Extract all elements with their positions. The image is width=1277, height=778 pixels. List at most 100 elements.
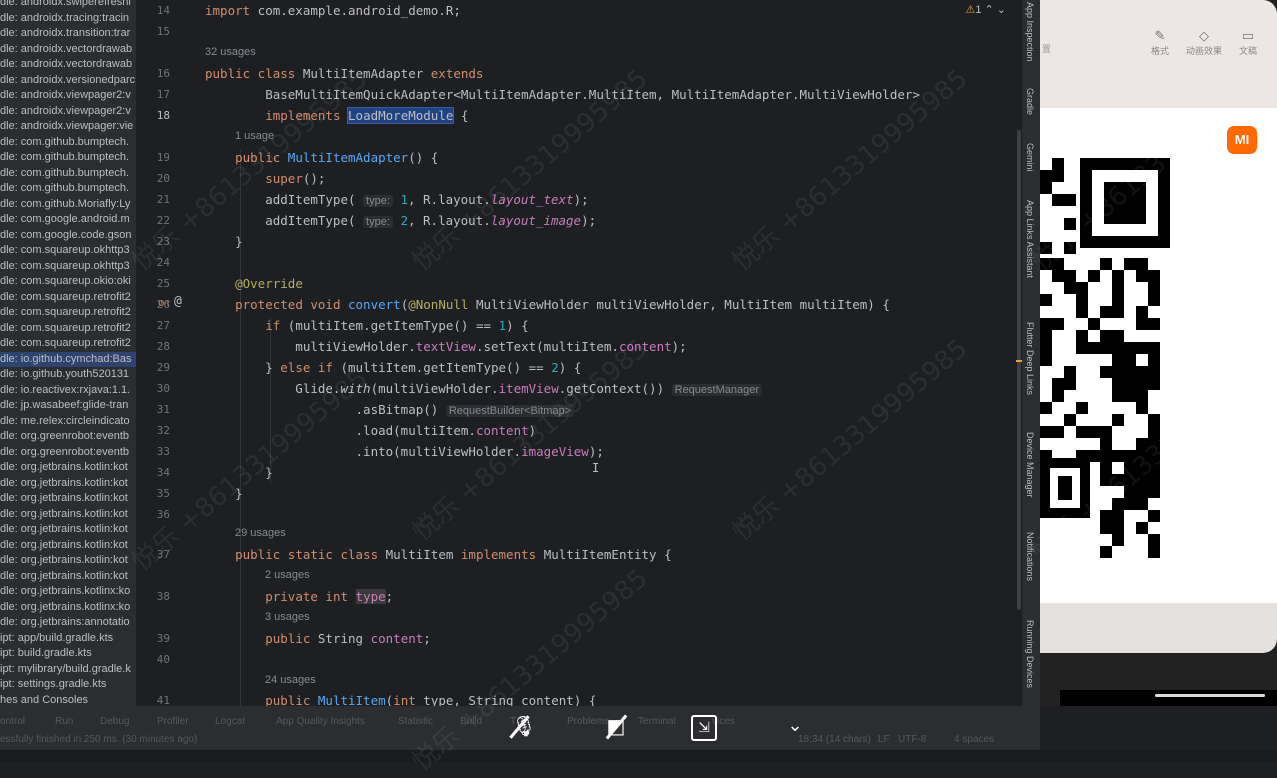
project-tree-item[interactable]: dle: org.jetbrains.kotlinx:ko — [0, 584, 136, 600]
qr-code — [1040, 158, 1170, 558]
code-editor[interactable]: import com.example.android_demo.R; 32 us… — [196, 0, 1016, 706]
project-tree-item[interactable]: dle: com.google.android.m — [0, 212, 136, 228]
mi-logo: MI — [1227, 126, 1257, 154]
toolbar-animation-button[interactable]: ◇ 动画效果 — [1184, 28, 1224, 57]
tool-window-button[interactable]: App Quality Insights — [276, 716, 365, 727]
status-message: essfully finished in 250 ms. (30 minutes… — [0, 734, 198, 745]
project-tree-item[interactable]: dle: com.github.bumptech. — [0, 150, 136, 166]
project-tree-item[interactable]: dle: androidx.viewpager:vie — [0, 119, 136, 135]
usages-hint[interactable]: 3 usages — [265, 607, 310, 628]
right-tool-strip: App Inspection Gradle Gemini App Links Assi… — [1022, 0, 1040, 706]
toolbar-format-button[interactable]: ✎ 格式 — [1140, 28, 1180, 57]
project-tree-item[interactable]: dle: org.jetbrains.kotlin:kot — [0, 569, 136, 585]
project-tree-item[interactable]: dle: androidx.transition:trar — [0, 26, 136, 42]
project-tree-item[interactable]: dle: androidx.vectordrawab — [0, 42, 136, 58]
device-screen[interactable] — [1040, 108, 1277, 603]
project-tree-item[interactable]: dle: io.reactivex:rxjava:1.1. — [0, 383, 136, 399]
project-tree-item[interactable]: dle: org.jetbrains.kotlin:kot — [0, 491, 136, 507]
project-tree-item[interactable]: dle: org.jetbrains.kotlin:kot — [0, 553, 136, 569]
project-tree-item[interactable]: dle: com.github.bumptech. — [0, 166, 136, 182]
tool-window-tab[interactable]: App Links Assistant — [1025, 200, 1035, 278]
mute-mic-icon[interactable]: 🎙 — [510, 712, 538, 740]
project-tree-item[interactable]: dle: com.squareup.okio:oki — [0, 274, 136, 290]
project-tree-item[interactable]: dle: com.github.bumptech. — [0, 135, 136, 151]
project-tree-item[interactable]: dle: androidx.viewpager2:v — [0, 104, 136, 120]
tool-window-button[interactable]: Run — [55, 716, 73, 727]
project-tree-item[interactable]: ipt: settings.gradle.kts — [0, 677, 136, 693]
line-separator[interactable]: LF — [878, 734, 890, 745]
tool-window-button[interactable]: Terminal — [638, 716, 676, 727]
indent-setting[interactable]: 4 spaces — [954, 734, 994, 745]
project-tree-item[interactable]: dle: io.github.cymchad:Bas — [0, 351, 136, 367]
usages-hint[interactable]: 1 usage — [235, 126, 274, 147]
project-tree-item[interactable]: dle: com.squareup.okhttp3 — [0, 243, 136, 259]
line-number: 24 — [156, 256, 170, 269]
code-line: public static class MultiItem implements… — [235, 547, 672, 562]
project-tree-item[interactable]: dle: com.github.Moriafly:Ly — [0, 197, 136, 213]
project-tree-item[interactable]: dle: com.squareup.retrofit2 — [0, 336, 136, 352]
tool-window-tab[interactable]: Gradle — [1025, 88, 1035, 115]
toolbar-document-button[interactable]: ▭ 文稿 — [1228, 28, 1268, 57]
tool-window-tab[interactable]: Notifications — [1025, 532, 1035, 581]
tool-window-tab[interactable]: Device Manager — [1025, 432, 1035, 498]
project-tree-item[interactable]: dle: com.squareup.retrofit2 — [0, 290, 136, 306]
annotation-at-icon[interactable]: @ — [174, 294, 182, 309]
project-tree-item[interactable]: dle: org.jetbrains.kotlin:kot — [0, 476, 136, 492]
warning-indicator[interactable]: ⚠1 ⌃ ⌄ — [965, 3, 1006, 16]
code-line: Glide.with(multiViewHolder.itemView.getC… — [205, 378, 763, 399]
project-tree-item[interactable]: dle: com.google.code.gson — [0, 228, 136, 244]
usages-hint[interactable]: 24 usages — [265, 670, 316, 691]
tool-window-button[interactable]: Build — [460, 716, 482, 727]
tool-window-button[interactable]: Debug — [100, 716, 129, 727]
tool-window-tab[interactable]: App Inspection — [1025, 2, 1035, 62]
project-tree-item[interactable]: dle: com.squareup.retrofit2 — [0, 321, 136, 337]
project-tree-item[interactable]: dle: me.relex:circleindicato — [0, 414, 136, 430]
project-tree-item[interactable]: ipt: app/build.gradle.kts — [0, 631, 136, 647]
project-tree-item[interactable]: dle: org.jetbrains.kotlinx:ko — [0, 600, 136, 616]
usages-hint[interactable]: 2 usages — [265, 565, 310, 586]
line-number: 19 — [156, 151, 170, 164]
project-tree-item[interactable]: dle: org.jetbrains.kotlin:kot — [0, 538, 136, 554]
device-app-toolbar: 置 ✎ 格式 ◇ 动画效果 ▭ 文稿 — [1040, 0, 1277, 108]
line-number: 30 — [156, 382, 170, 395]
line-number: 22 — [156, 214, 170, 227]
tool-window-tab[interactable]: Flutter Deep Links — [1025, 322, 1035, 395]
project-tree-item[interactable]: ipt: build.gradle.kts — [0, 646, 136, 662]
project-tree-item[interactable]: dle: androidx.swiperefreshl — [0, 0, 136, 11]
project-tree-item[interactable]: dle: org.greenrobot:eventb — [0, 445, 136, 461]
tool-window-button[interactable]: Logcat — [215, 716, 245, 727]
brush-icon: ✎ — [1154, 28, 1166, 43]
editor-gutter: o↑ @ 14 15 16 17 18 19 20 21 22 23 24 25 26 27 28 29 30 3… — [136, 0, 205, 707]
tool-window-button[interactable]: Profiler — [157, 716, 189, 727]
project-tree-item[interactable]: ipt: mylibrary/build.gradle.k — [0, 662, 136, 678]
project-tree-item[interactable]: dle: androidx.vectordrawab — [0, 57, 136, 73]
home-indicator[interactable] — [1155, 694, 1265, 697]
project-tree-item[interactable]: dle: org.jetbrains.kotlin:kot — [0, 507, 136, 523]
tool-window-tab[interactable]: Gemini — [1025, 143, 1035, 172]
chevron-up-icon[interactable]: ⌃ — [985, 4, 994, 16]
project-tree-item[interactable]: dle: com.squareup.retrofit2 — [0, 305, 136, 321]
project-tree-item[interactable]: dle: org.jetbrains:annotatio — [0, 615, 136, 631]
share-screen-icon[interactable]: ⇲ — [691, 715, 717, 741]
tool-window-tab[interactable]: Running Devices — [1025, 620, 1035, 688]
usages-hint[interactable]: 32 usages — [205, 42, 256, 63]
project-tree-item[interactable]: dle: com.squareup.okhttp3 — [0, 259, 136, 275]
file-encoding[interactable]: UTF-8 — [898, 734, 926, 745]
tool-window-button[interactable]: ontrol — [0, 716, 25, 727]
warning-icon: ⚠ — [965, 4, 976, 16]
project-tree-item[interactable]: dle: com.github.bumptech. — [0, 181, 136, 197]
chevron-down-icon[interactable]: ⌄ — [997, 4, 1006, 16]
project-tree-item[interactable]: dle: org.jetbrains.kotlin:kot — [0, 460, 136, 476]
project-tree-item[interactable]: dle: io.github.youth520131 — [0, 367, 136, 383]
project-tree-item[interactable]: hes and Consoles — [0, 693, 136, 707]
running-device-panel[interactable]: 置 ✎ 格式 ◇ 动画效果 ▭ 文稿 MI — [1040, 0, 1277, 706]
project-tree-item[interactable]: dle: androidx.viewpager2:v — [0, 88, 136, 104]
usages-hint[interactable]: 29 usages — [235, 523, 286, 544]
project-tree-item[interactable]: dle: androidx.versionedparc — [0, 73, 136, 89]
project-tree-item[interactable]: dle: androidx.tracing:tracin — [0, 11, 136, 27]
project-tree-item[interactable]: dle: org.jetbrains.kotlin:kot — [0, 522, 136, 538]
project-tree-item[interactable]: dle: jp.wasabeef:glide-tran — [0, 398, 136, 414]
tool-window-button[interactable]: Statistic — [398, 716, 433, 727]
project-tree-item[interactable]: dle: org.greenrobot:eventb — [0, 429, 136, 445]
collapse-chevron-icon[interactable]: ⌄ — [781, 712, 809, 740]
